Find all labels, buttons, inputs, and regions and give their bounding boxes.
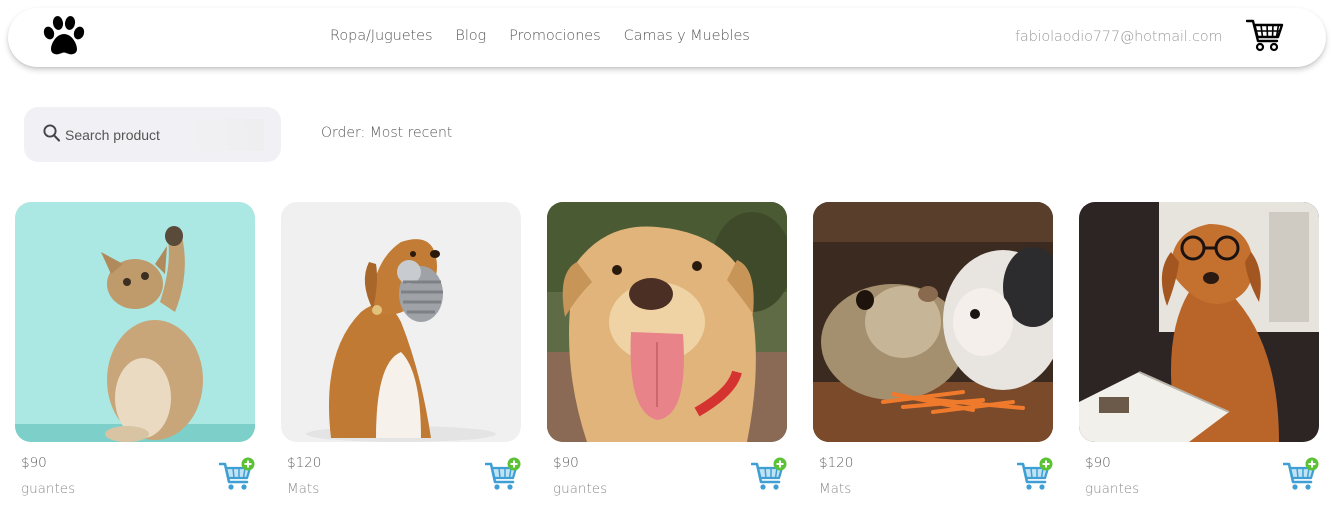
product-card[interactable]: $90 guantes — [1079, 202, 1319, 502]
product-name: guantes — [553, 481, 608, 497]
product-card[interactable]: $90 guantes — [547, 202, 787, 502]
product-price: $90 — [1085, 455, 1111, 471]
nav-link-camas-muebles[interactable]: Camas y Muebles — [624, 28, 750, 44]
search-input[interactable] — [64, 119, 264, 151]
order-select[interactable]: Order: Most recent — [321, 125, 452, 141]
product-name: guantes — [1085, 481, 1140, 497]
product-image-dog-with-toy[interactable] — [281, 202, 521, 442]
product-image-kitten[interactable] — [15, 202, 255, 442]
search-box — [24, 107, 281, 162]
user-email[interactable]: fabiolaodio777@hotmail.com — [1015, 29, 1223, 45]
product-price: $120 — [287, 455, 322, 471]
search-icon — [43, 124, 60, 142]
add-to-cart-icon[interactable] — [1283, 457, 1319, 491]
paw-logo-icon[interactable] — [40, 14, 88, 58]
add-to-cart-icon[interactable] — [485, 457, 521, 491]
product-card[interactable]: $90 guantes — [15, 202, 255, 502]
product-price: $90 — [21, 455, 47, 471]
add-to-cart-icon[interactable] — [1017, 457, 1053, 491]
product-card[interactable]: $120 Mats — [281, 202, 521, 502]
product-name: guantes — [21, 481, 76, 497]
product-price: $120 — [819, 455, 854, 471]
product-image-guinea-pigs[interactable] — [813, 202, 1053, 442]
nav-link-blog[interactable]: Blog — [455, 28, 486, 44]
main-nav: Ropa/Juguetes Blog Promociones Camas y M… — [330, 28, 773, 44]
product-image-labrador[interactable] — [547, 202, 787, 442]
shopping-cart-icon[interactable] — [1246, 18, 1284, 52]
product-name: Mats — [287, 481, 320, 497]
add-to-cart-icon[interactable] — [219, 457, 255, 491]
product-price: $90 — [553, 455, 579, 471]
add-to-cart-icon[interactable] — [751, 457, 787, 491]
product-name: Mats — [819, 481, 852, 497]
product-card[interactable]: $120 Mats — [813, 202, 1053, 502]
product-image-dog-with-glasses[interactable] — [1079, 202, 1319, 442]
nav-link-ropa-juguetes[interactable]: Ropa/Juguetes — [330, 28, 433, 44]
nav-link-promociones[interactable]: Promociones — [509, 28, 601, 44]
top-navbar: Ropa/Juguetes Blog Promociones Camas y M… — [8, 8, 1326, 67]
